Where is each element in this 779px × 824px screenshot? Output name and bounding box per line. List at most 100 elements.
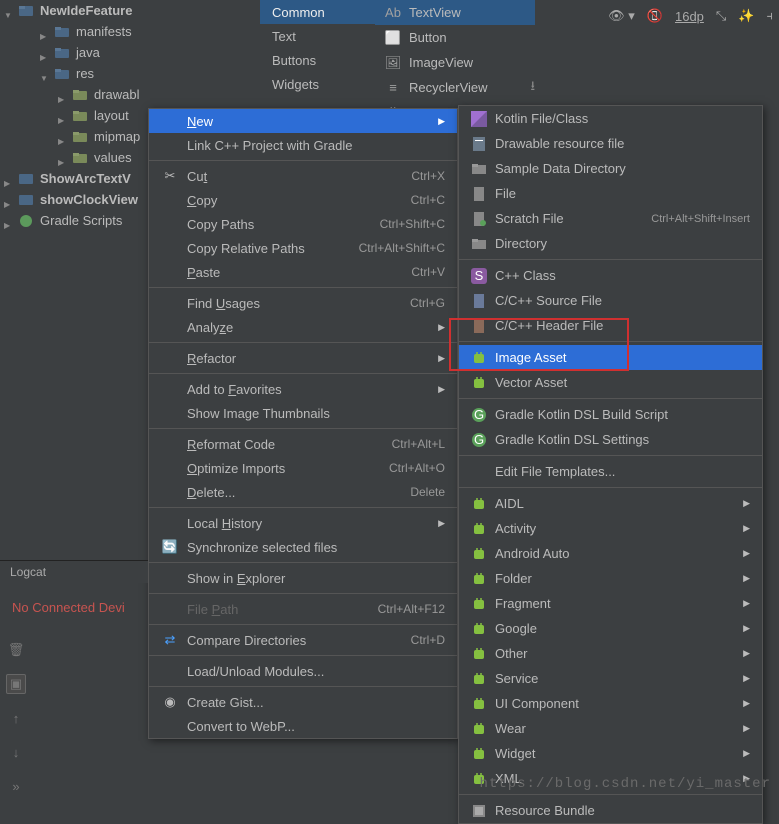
menu-item[interactable]: Analyze ▶: [149, 315, 457, 339]
menu-item[interactable]: Link C++ Project with Gradle: [149, 133, 457, 157]
menu-item[interactable]: ✂CutCtrl+X: [149, 164, 457, 188]
menu-item-label: New: [187, 114, 430, 129]
sync-icon: 🔄: [161, 538, 179, 556]
menu-item[interactable]: Show in Explorer: [149, 566, 457, 590]
chevron-right-icon: ▶: [438, 322, 445, 333]
submenu-item[interactable]: Edit File Templates...: [459, 459, 762, 484]
submenu-item[interactable]: S C++ Class: [459, 263, 762, 288]
menu-item-label: Create Gist...: [187, 695, 445, 710]
submenu-item[interactable]: C/C++ Header File: [459, 313, 762, 338]
chevron-right-icon: [4, 195, 14, 205]
submenu-item[interactable]: Widget▶: [459, 741, 762, 766]
align-icon[interactable]: ⫞: [767, 8, 774, 24]
submenu-item-label: Android Auto: [495, 546, 735, 561]
submenu-item[interactable]: Drawable resource file: [459, 131, 762, 156]
more-icon[interactable]: »: [6, 776, 26, 796]
eye-icon[interactable]: 👁 ▾: [608, 8, 635, 24]
submenu-item[interactable]: G Gradle Kotlin DSL Build Script: [459, 402, 762, 427]
layers-icon[interactable]: ▣: [6, 674, 26, 694]
tree-root[interactable]: NewIdeFeature: [0, 0, 260, 21]
menu-item[interactable]: Show Image Thumbnails: [149, 401, 457, 425]
tree-item[interactable]: manifests: [0, 21, 260, 42]
device-off-icon[interactable]: 📵: [647, 8, 663, 24]
palette-tab-common[interactable]: Common: [260, 0, 375, 24]
menu-item[interactable]: Copy PathsCtrl+Shift+C: [149, 212, 457, 236]
palette-item[interactable]: ⬜Button: [375, 25, 535, 50]
submenu-item[interactable]: Folder▶: [459, 566, 762, 591]
menu-item-label: Analyze: [187, 320, 430, 335]
menu-item[interactable]: Local History▶: [149, 511, 457, 535]
submenu-item[interactable]: G Gradle Kotlin DSL Settings: [459, 427, 762, 452]
segment-icon[interactable]: ⤡: [716, 8, 726, 24]
submenu-item[interactable]: Sample Data Directory: [459, 156, 762, 181]
folder-icon: [72, 87, 88, 103]
menu-item[interactable]: Convert to WebP...: [149, 714, 457, 738]
chevron-right-icon: ▶: [438, 518, 445, 529]
menu-item[interactable]: Refactor▶: [149, 346, 457, 370]
submenu-item-label: Widget: [495, 746, 735, 761]
android-icon: [471, 746, 487, 762]
arrow-down-icon[interactable]: ↓: [6, 742, 26, 762]
palette-tab-widgets[interactable]: Widgets: [260, 72, 375, 96]
logcat-tab[interactable]: Logcat: [0, 560, 148, 583]
gradle-g-icon: G: [471, 432, 487, 448]
palette-item[interactable]: ≡RecyclerView⭳: [375, 75, 535, 100]
palette-tab-buttons[interactable]: Buttons: [260, 48, 375, 72]
submenu-item-label: UI Component: [495, 696, 735, 711]
submenu-item[interactable]: UI Component▶: [459, 691, 762, 716]
submenu-item[interactable]: Google▶: [459, 616, 762, 641]
menu-item-label: Refactor: [187, 351, 430, 366]
menu-item[interactable]: Optimize ImportsCtrl+Alt+O: [149, 456, 457, 480]
submenu-item[interactable]: Vector Asset: [459, 370, 762, 395]
trash-icon[interactable]: 🗑: [6, 640, 26, 660]
dp-label[interactable]: 16dp: [675, 9, 704, 24]
submenu-item[interactable]: C/C++ Source File: [459, 288, 762, 313]
palette-tab-text[interactable]: Text: [260, 24, 375, 48]
submenu-item[interactable]: Fragment▶: [459, 591, 762, 616]
menu-item[interactable]: ◉Create Gist...: [149, 690, 457, 714]
chevron-right-icon: [58, 111, 68, 121]
menu-item[interactable]: Find UsagesCtrl+G: [149, 291, 457, 315]
download-icon[interactable]: ⭳: [530, 77, 535, 99]
submenu-item[interactable]: Image Asset: [459, 345, 762, 370]
menu-item[interactable]: Add to Favorites▶: [149, 377, 457, 401]
submenu-item[interactable]: AIDL▶: [459, 491, 762, 516]
menu-shortcut: Ctrl+Alt+F12: [378, 602, 445, 616]
kotlin-icon: [471, 111, 487, 127]
tree-item[interactable]: java: [0, 42, 260, 63]
submenu-item[interactable]: Directory: [459, 231, 762, 256]
svg-text:G: G: [474, 432, 484, 447]
palette-item[interactable]: AbTextView: [375, 0, 535, 25]
submenu-item[interactable]: Android Auto▶: [459, 541, 762, 566]
submenu-item[interactable]: Activity▶: [459, 516, 762, 541]
menu-item[interactable]: CopyCtrl+C: [149, 188, 457, 212]
submenu-item[interactable]: Resource Bundle: [459, 798, 762, 823]
tree-item[interactable]: res: [0, 63, 260, 84]
chevron-right-icon: [40, 48, 50, 58]
chevron-right-icon: [58, 90, 68, 100]
menu-item[interactable]: Reformat CodeCtrl+Alt+L: [149, 432, 457, 456]
submenu-item[interactable]: Kotlin File/Class: [459, 106, 762, 131]
submenu-item[interactable]: Other▶: [459, 641, 762, 666]
submenu-item[interactable]: Service▶: [459, 666, 762, 691]
menu-item[interactable]: PasteCtrl+V: [149, 260, 457, 284]
blank-icon: [161, 112, 179, 130]
menu-item[interactable]: 🔄Synchronize selected files: [149, 535, 457, 559]
blank-icon: [161, 459, 179, 477]
menu-item[interactable]: Copy Relative PathsCtrl+Alt+Shift+C: [149, 236, 457, 260]
submenu-item[interactable]: Scratch FileCtrl+Alt+Shift+Insert: [459, 206, 762, 231]
widget-icon: ⬜: [385, 30, 401, 46]
submenu-item[interactable]: File: [459, 181, 762, 206]
menu-item[interactable]: Delete...Delete: [149, 480, 457, 504]
submenu-item-label: File: [495, 186, 750, 201]
palette-item[interactable]: 🖼ImageView: [375, 50, 535, 75]
submenu-item[interactable]: Wear▶: [459, 716, 762, 741]
menu-item[interactable]: Load/Unload Modules...: [149, 659, 457, 683]
tree-item[interactable]: drawabl: [0, 84, 260, 105]
menu-item[interactable]: ⇄Compare DirectoriesCtrl+D: [149, 628, 457, 652]
android-icon: [471, 496, 487, 512]
menu-item[interactable]: New▶: [149, 109, 457, 133]
arrow-up-icon[interactable]: ↑: [6, 708, 26, 728]
chevron-right-icon: [4, 174, 14, 184]
wand-icon[interactable]: ✨: [738, 8, 754, 24]
